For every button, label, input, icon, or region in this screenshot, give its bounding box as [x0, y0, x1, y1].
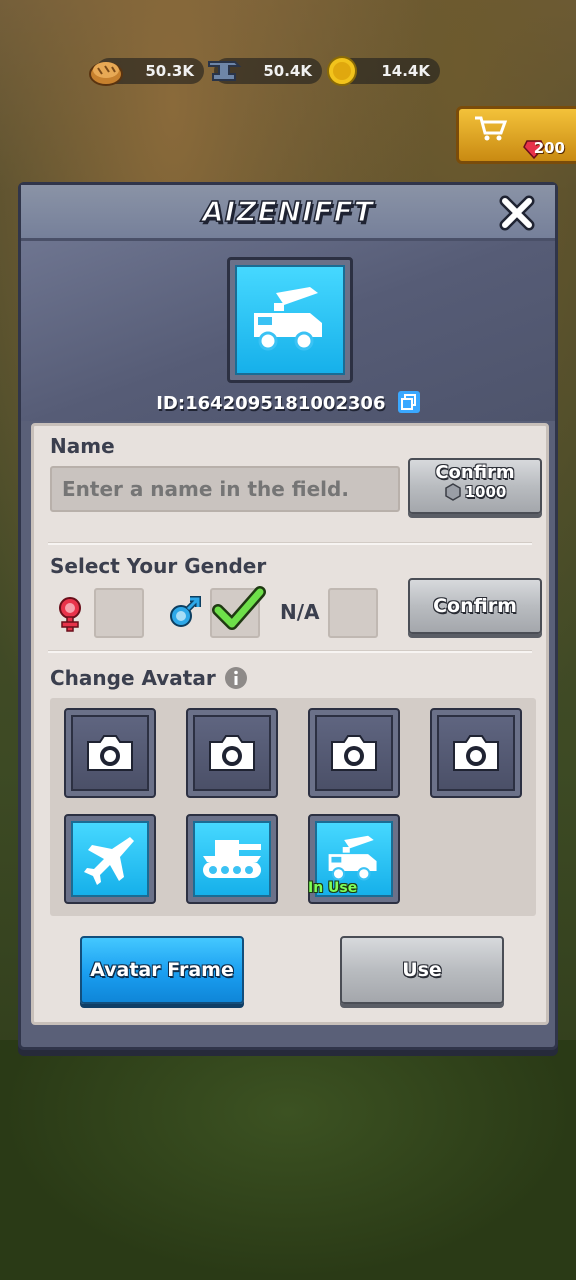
iron-resource[interactable]: 50.4K — [208, 58, 322, 84]
avatar-label: Change Avatar — [50, 666, 216, 690]
avatar-grid: In Use — [50, 698, 536, 916]
shop-button[interactable]: 200 — [456, 106, 576, 164]
use-button[interactable]: Use — [340, 936, 504, 1004]
cart-icon — [475, 116, 508, 141]
copy-icon[interactable] — [397, 391, 420, 413]
confirm-name-button[interactable]: Confirm 1000 — [408, 458, 542, 514]
name-cost: 1000 — [410, 483, 540, 501]
coin-icon — [327, 56, 357, 86]
avatar-slot-upload[interactable] — [64, 708, 156, 798]
avatar-frame-button[interactable]: Avatar Frame — [80, 936, 244, 1004]
avatar-slot-upload[interactable] — [308, 708, 400, 798]
avatar-slot-upload[interactable] — [186, 708, 278, 798]
gender-na-label: N/A — [280, 600, 320, 624]
gold-value: 14.4K — [381, 62, 430, 80]
camera-icon — [87, 735, 133, 771]
player-id: ID:1642095181002306 — [156, 393, 386, 414]
gender-na-checkbox[interactable] — [328, 588, 378, 638]
rocket-truck-icon — [328, 835, 377, 881]
resource-bar: 50.3K 50.4K 14.4K 200 — [0, 54, 576, 164]
airplane-icon — [84, 837, 134, 885]
avatar-slot-upload[interactable] — [430, 708, 522, 798]
modal-header: AIZENIFFT — [21, 185, 555, 241]
modal-title: AIZENIFFT — [201, 194, 374, 229]
gender-label: Select Your Gender — [50, 554, 267, 578]
confirm-name-label: Confirm — [435, 462, 515, 483]
camera-icon — [331, 735, 377, 771]
iron-value: 50.4K — [263, 62, 312, 80]
avatar-slot-tank[interactable] — [186, 814, 278, 904]
grass-area — [0, 1040, 576, 1280]
camera-icon — [453, 735, 499, 771]
settings-panel: Name Confirm 1000 Select Your Gender — [31, 423, 549, 1025]
name-cost-value: 1000 — [464, 483, 507, 501]
close-icon[interactable] — [497, 193, 537, 233]
female-icon — [59, 597, 81, 632]
profile-modal: AIZENIFFT ID:1642095181002306 Name Enter… — [18, 182, 558, 1050]
name-label: Name — [50, 434, 115, 458]
avatar-slot-rocket-truck[interactable]: In Use — [308, 814, 400, 904]
food-resource[interactable]: 50.3K — [89, 58, 204, 86]
rocket-truck-icon — [254, 287, 322, 351]
divider — [48, 542, 532, 545]
gem-count: 200 — [533, 139, 565, 157]
food-value: 50.3K — [145, 62, 194, 80]
avatar-slot-airplane[interactable] — [64, 814, 156, 904]
camera-icon — [209, 735, 255, 771]
male-icon — [170, 596, 201, 627]
bread-icon — [89, 62, 123, 86]
anvil-icon — [208, 61, 242, 81]
info-icon[interactable] — [224, 666, 248, 690]
gender-male-checkbox[interactable] — [210, 586, 266, 638]
in-use-badge: In Use — [308, 880, 358, 896]
iron-cost-icon — [444, 483, 461, 501]
gold-resource[interactable]: 14.4K — [327, 56, 440, 86]
current-avatar — [227, 257, 353, 383]
player-id-row: ID:1642095181002306 — [21, 391, 555, 415]
gender-female-checkbox[interactable] — [94, 588, 144, 638]
confirm-gender-button[interactable]: Confirm — [408, 578, 542, 634]
checkmark-icon — [212, 586, 266, 630]
tank-icon — [203, 840, 261, 878]
name-input[interactable] — [50, 466, 400, 512]
divider — [48, 650, 532, 653]
